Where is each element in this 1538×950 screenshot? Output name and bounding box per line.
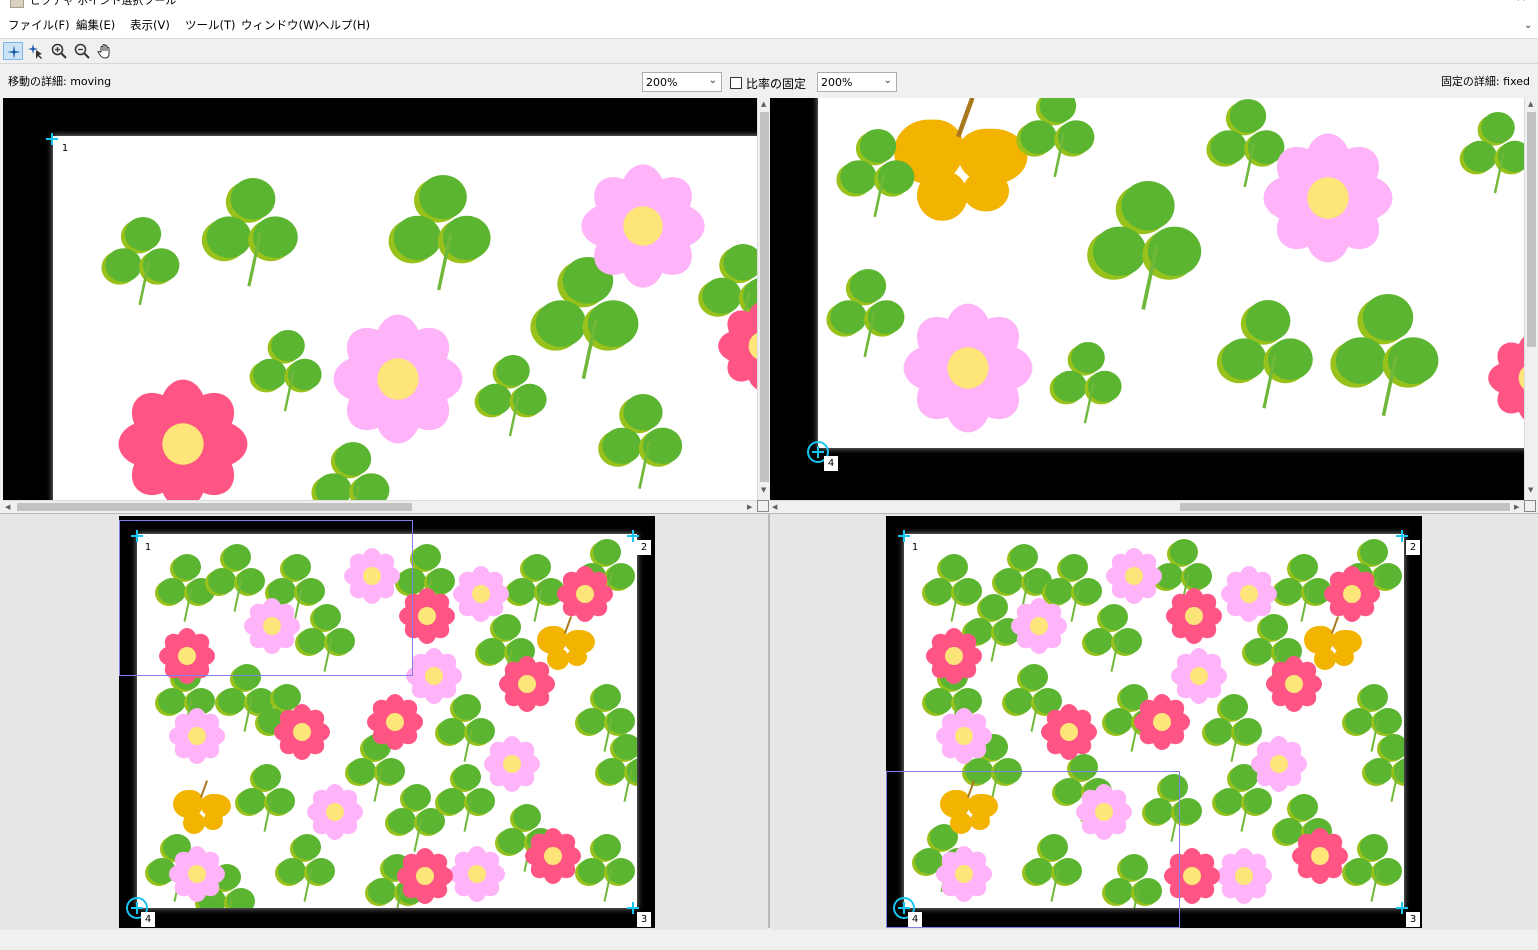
fixed-viewport-rect[interactable]	[886, 771, 1180, 928]
scroll-down-icon[interactable]: ▼	[761, 486, 766, 494]
scroll-corner	[1524, 500, 1536, 512]
point-label: 1	[908, 540, 922, 555]
menu-window[interactable]: ウィンドウ(W)	[241, 17, 319, 33]
scroll-right-icon[interactable]: ▶	[747, 503, 752, 511]
fixed-zoom-value: 200%	[821, 76, 853, 89]
menu-file[interactable]: ファイル(F)	[8, 17, 70, 33]
moving-image	[53, 136, 757, 500]
menu-overflow-icon[interactable]: ⌄	[1524, 20, 1532, 31]
point-label: 4	[141, 912, 155, 927]
fixed-image	[818, 98, 1524, 448]
moving-vertical-scrollbar[interactable]: ▲ ▼	[757, 98, 770, 500]
scroll-left-icon[interactable]: ◀	[772, 503, 777, 511]
options-bar: 移動の詳細: moving 200% ⌄ 比率の固定 200% ⌄ 固定の詳細:…	[0, 64, 1538, 98]
fixed-overview-canvas[interactable]: 1 2 3 4	[886, 516, 1422, 928]
moving-horizontal-scrollbar[interactable]: ◀ ▶	[3, 500, 757, 513]
menu-edit[interactable]: 編集(E)	[76, 17, 115, 33]
select-points-tool[interactable]	[26, 42, 46, 60]
butterfly-art	[173, 780, 233, 836]
zoom-in-icon	[51, 43, 67, 59]
fixed-detail-viewer[interactable]: 4	[770, 98, 1524, 500]
point-label: 1	[58, 141, 72, 156]
window-title: ピクチャ ポイント選択ツール	[30, 0, 177, 7]
control-point-marker[interactable]	[812, 446, 824, 458]
fixed-zoom-select[interactable]: 200% ⌄	[817, 72, 897, 92]
chevron-down-icon: ⌄	[708, 75, 717, 86]
scroll-thumb[interactable]	[17, 503, 412, 511]
scroll-thumb[interactable]	[1527, 112, 1536, 347]
butterfly-art	[537, 616, 597, 672]
menu-bar: ファイル(F) 編集(E) 表示(V) ツール(T) ウィンドウ(W) ヘルプ(…	[0, 8, 1538, 38]
scroll-up-icon[interactable]: ▲	[1528, 100, 1533, 108]
close-icon[interactable]: ×	[1516, 0, 1526, 4]
moving-overview-canvas[interactable]: 1 2 3 4	[119, 516, 655, 928]
scroll-thumb[interactable]	[1180, 503, 1510, 511]
moving-detail-label: 移動の詳細: moving	[8, 75, 112, 88]
add-point-icon	[7, 45, 21, 59]
point-label: 3	[637, 912, 651, 927]
scroll-thumb[interactable]	[760, 112, 769, 482]
fixed-horizontal-scrollbar[interactable]: ◀ ▶	[770, 500, 1524, 513]
menu-tools[interactable]: ツール(T)	[185, 17, 236, 33]
app-icon	[10, 0, 24, 8]
lock-ratio-checkbox[interactable]	[730, 77, 742, 89]
pan-hand-icon	[97, 44, 110, 59]
minimize-icon[interactable]: –	[1464, 0, 1474, 4]
point-label: 2	[637, 540, 651, 555]
zoom-in-tool[interactable]	[49, 42, 69, 60]
add-point-tool[interactable]	[3, 42, 23, 60]
menu-help[interactable]: ヘルプ(H)	[318, 17, 370, 33]
pan-tool[interactable]	[95, 42, 115, 60]
scroll-corner	[757, 500, 769, 512]
butterfly-art	[1304, 616, 1364, 672]
toolbar	[0, 38, 1538, 64]
zoom-out-icon	[74, 43, 90, 59]
zoom-out-tool[interactable]	[72, 42, 92, 60]
scroll-left-icon[interactable]: ◀	[5, 503, 10, 511]
scroll-up-icon[interactable]: ▲	[761, 100, 766, 108]
fixed-detail-label: 固定の詳細: fixed	[1440, 75, 1530, 88]
moving-zoom-select[interactable]: 200% ⌄	[642, 72, 722, 92]
fixed-overview-pane: 1 2 3 4	[770, 514, 1538, 930]
chevron-down-icon: ⌄	[883, 75, 892, 86]
point-label: 4	[824, 456, 838, 471]
control-point-marker[interactable]	[46, 133, 58, 145]
select-points-icon	[28, 44, 42, 59]
fixed-vertical-scrollbar[interactable]: ▲ ▼	[1524, 98, 1537, 500]
scroll-right-icon[interactable]: ▶	[1514, 503, 1519, 511]
scroll-down-icon[interactable]: ▼	[1528, 486, 1533, 494]
lock-ratio-label: 比率の固定	[746, 77, 807, 91]
point-label: 3	[1406, 912, 1420, 927]
moving-overview-pane: 1 2 3 4	[0, 514, 768, 930]
moving-viewport-rect[interactable]	[119, 520, 413, 676]
moving-detail-viewer[interactable]: 1	[3, 98, 757, 500]
point-label: 2	[1406, 540, 1420, 555]
moving-zoom-value: 200%	[646, 76, 678, 89]
menu-view[interactable]: 表示(V)	[130, 17, 170, 33]
title-bar: ピクチャ ポイント選択ツール – ×	[0, 0, 1538, 8]
